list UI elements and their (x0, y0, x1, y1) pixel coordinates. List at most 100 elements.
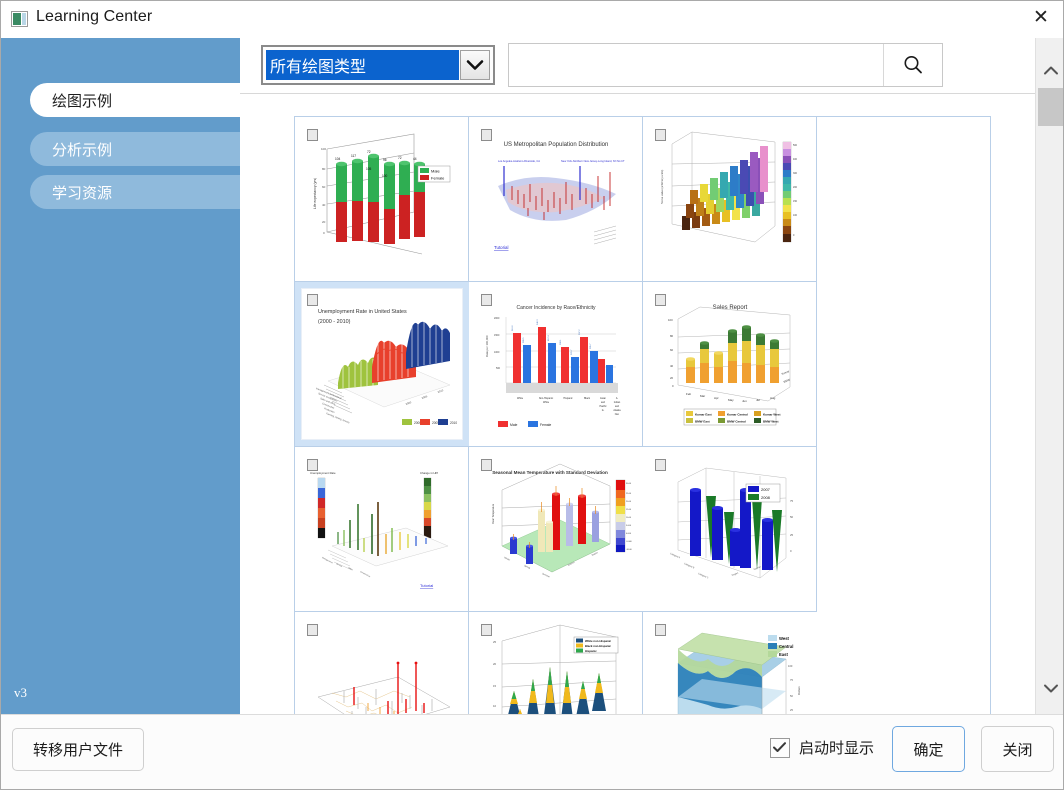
svg-text:Los Angeles-Anaheim-Riverside,: Los Angeles-Anaheim-Riverside, CA (498, 159, 540, 163)
ok-button[interactable]: 确定 (892, 726, 965, 772)
gallery-item[interactable]: US Metropolitan Population Distribution … (469, 117, 643, 282)
svg-text:West: West (779, 636, 790, 641)
thumbnail-image: Unemployment Rate Change in HPI Manageme… (301, 454, 462, 604)
svg-text:Farming, fishing, forestry: Farming, fishing, forestry (326, 412, 351, 425)
svg-text:Mean Temperature: Mean Temperature (492, 503, 495, 524)
svg-text:Indian: Indian (613, 401, 620, 404)
svg-text:Sales: Sales (347, 567, 352, 571)
gallery-item[interactable]: Tutorial (295, 612, 469, 715)
search-icon[interactable] (883, 44, 942, 86)
svg-text:Feb: Feb (686, 392, 692, 396)
svg-text:412.4: 412.4 (548, 335, 550, 341)
svg-text:Sales Report: Sales Report (712, 305, 747, 311)
svg-text:East: East (779, 652, 788, 657)
svg-text:Pacific: Pacific (599, 405, 607, 408)
plot-type-filter-dropdown[interactable]: 所有绘图类型 (261, 45, 495, 85)
gallery-item[interactable]: Sales Report 100 80 60 40 20 0 Feb Mar A… (643, 282, 817, 447)
svg-text:300: 300 (793, 172, 798, 175)
gallery-item[interactable]: Seasonal Mean Temperature with Standard … (469, 447, 643, 612)
gallery-item[interactable]: 500 400 300 200 150 100 0 Some value (arbitra… (643, 117, 817, 282)
scrollbar-thumb[interactable] (1038, 88, 1063, 126)
sidebar-item-label: 分析示例 (52, 141, 113, 159)
svg-text:0: 0 (790, 549, 792, 553)
svg-text:BMW West: BMW West (763, 420, 778, 424)
svg-text:80: 80 (322, 167, 326, 171)
gallery-item[interactable]: White non-Hispanic Black non-Hispanic Hi… (469, 612, 643, 715)
svg-text:100: 100 (788, 664, 793, 668)
footer-bar: 转移用户文件 启动时显示 确定 关闭 (0, 714, 1064, 790)
svg-text:10: 10 (493, 704, 497, 708)
svg-text:60: 60 (670, 348, 674, 352)
svg-text:10.00: 10.00 (626, 517, 632, 519)
svg-text:Summer: Summer (542, 572, 551, 578)
svg-text:400: 400 (793, 158, 798, 161)
show-on-start-toggle[interactable]: 启动时显示 (769, 737, 874, 758)
svg-text:30.00: 30.00 (626, 483, 632, 485)
svg-text:Hispanic: Hispanic (563, 397, 573, 400)
svg-text:Jun: Jun (742, 399, 747, 403)
svg-text:1500: 1500 (494, 334, 500, 337)
svg-text:398.1: 398.1 (560, 339, 562, 345)
close-button[interactable]: 关闭 (981, 726, 1054, 772)
svg-text:50: 50 (790, 515, 794, 519)
svg-text:Life expectancy (yrs): Life expectancy (yrs) (313, 178, 317, 209)
svg-text:Alaska: Alaska (613, 409, 621, 412)
thumbnail-image: 104 117 72 105 96 100 72 44 Male Female Life … (301, 124, 462, 274)
svg-text:and: and (615, 405, 620, 408)
close-icon[interactable]: ✕ (1018, 0, 1064, 33)
sidebar: 绘图示例 分析示例 学习资源 v3 (0, 38, 290, 715)
gallery-item[interactable]: Cancer Incidence by Race/Ethnicity 510.6… (469, 282, 643, 447)
svg-text:20.00: 20.00 (626, 501, 632, 503)
svg-text:Kumar East: Kumar East (695, 413, 712, 417)
plot-type-filter-value: 所有绘图类型 (266, 50, 459, 80)
thumbnail-image: Seasonal Mean Temperature with Standard … (476, 454, 636, 604)
svg-text:Kumar West: Kumar West (763, 413, 780, 417)
svg-text:May: May (728, 398, 734, 402)
svg-text:25: 25 (493, 640, 497, 644)
chevron-down-icon[interactable] (1036, 674, 1064, 703)
gallery-item[interactable]: West Central East 1007550250 Dollars Jan… (643, 612, 817, 715)
gallery-item[interactable]: 104 117 72 105 96 100 72 44 Male Female Life … (295, 117, 469, 282)
svg-text:Non-Hispanic: Non-Hispanic (538, 397, 553, 400)
svg-text:Nat.: Nat. (614, 413, 619, 416)
thumbnail-grid: 104 117 72 105 96 100 72 44 Male Female Life … (294, 116, 991, 715)
chevron-up-icon[interactable] (1036, 56, 1064, 85)
svg-text:0.000: 0.000 (626, 533, 632, 535)
svg-text:100: 100 (321, 147, 326, 151)
svg-text:75: 75 (790, 678, 793, 682)
svg-text:Region: Region (731, 572, 739, 577)
svg-text:75: 75 (790, 499, 794, 503)
svg-text:Female: Female (540, 423, 551, 427)
svg-text:80: 80 (670, 334, 674, 338)
svg-text:44: 44 (413, 157, 417, 161)
svg-text:60: 60 (322, 185, 326, 189)
svg-text:and: and (601, 401, 606, 404)
svg-text:5.000: 5.000 (626, 525, 632, 527)
search-box[interactable] (508, 43, 943, 87)
gallery-item[interactable]: 2007 2008 75 50 25 0 Category A Category B C… (643, 447, 817, 612)
svg-text:96: 96 (383, 158, 387, 162)
vertical-scrollbar[interactable] (1035, 38, 1064, 715)
thumbnail-image: Cancer Incidence by Race/Ethnicity 510.6… (475, 289, 636, 439)
svg-text:Construction: Construction (359, 570, 370, 578)
svg-text:Female: Female (431, 176, 445, 181)
show-on-start-checkbox[interactable] (769, 737, 790, 758)
version-label: v3 (14, 685, 27, 700)
svg-text:2000: 2000 (494, 317, 500, 320)
svg-text:Unemployment Rate in United St: Unemployment Rate in United States (318, 309, 407, 315)
svg-text:Apr: Apr (714, 396, 719, 400)
thumbnail-image: 2007 2008 75 50 25 0 Category A Category B C… (649, 454, 810, 604)
gallery-item[interactable]: Unemployment Rate Change in HPI Manageme… (295, 447, 469, 612)
svg-text:White: White (542, 401, 549, 404)
chevron-down-icon[interactable] (460, 50, 490, 80)
gallery-item-selected[interactable]: Unemployment Rate in United States (2000… (295, 282, 469, 447)
svg-text:25: 25 (790, 708, 793, 712)
svg-text:Black: Black (584, 397, 591, 400)
search-input[interactable] (509, 44, 883, 86)
svg-text:500: 500 (496, 367, 501, 370)
svg-text:20: 20 (493, 662, 497, 666)
svg-text:Some value (arbitrary units): Some value (arbitrary units) (660, 170, 664, 204)
svg-text:US Metropolitan Population Dis: US Metropolitan Population Distribution (503, 142, 608, 148)
svg-text:15: 15 (493, 684, 497, 688)
transfer-user-files-button[interactable]: 转移用户文件 (12, 728, 144, 771)
